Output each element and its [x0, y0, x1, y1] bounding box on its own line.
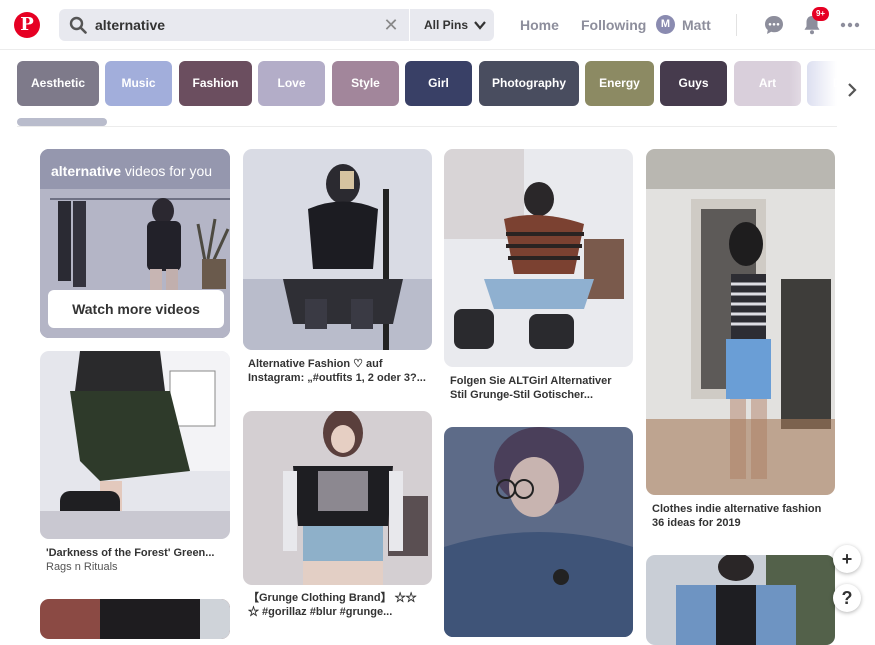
video-card-title: alternative videos for you	[51, 163, 213, 179]
divider	[736, 14, 737, 36]
pin-image[interactable]	[444, 149, 633, 367]
chip-energy[interactable]: Energy	[585, 61, 654, 106]
pin-caption[interactable]: 'Darkness of the Forest' Green...	[46, 546, 214, 560]
pin-caption[interactable]: Folgen Sie ALTGirl Alternativer Stil Gru…	[450, 374, 630, 402]
pin-caption[interactable]: Alternative Fashion ♡ auf Instagram: „#o…	[248, 357, 428, 385]
messages-icon[interactable]	[763, 14, 785, 36]
chevron-right-icon[interactable]	[845, 82, 859, 98]
pin-image[interactable]	[40, 599, 230, 639]
clear-search-icon[interactable]: ✕	[381, 15, 401, 35]
nav-following-link[interactable]: Following	[581, 17, 646, 33]
notification-badge: 9+	[812, 7, 829, 21]
pin-image-denim-jacket	[444, 427, 633, 637]
watch-more-videos-button[interactable]: Watch more videos	[48, 290, 224, 328]
search-bar[interactable]: ✕ All Pins	[59, 9, 494, 41]
chip-row-fade	[790, 51, 875, 117]
pin-image-skirt	[40, 351, 230, 539]
avatar[interactable]: M	[656, 15, 675, 34]
video-card[interactable]: alternative videos for you Watch more vi…	[40, 149, 230, 338]
add-button[interactable]: +	[833, 545, 861, 573]
chip-music[interactable]: Music	[105, 61, 172, 106]
scrollbar-thumb[interactable]	[17, 118, 107, 126]
chip-love[interactable]: Love	[258, 61, 325, 106]
chip-style[interactable]: Style	[332, 61, 399, 106]
help-button[interactable]: ?	[833, 584, 861, 612]
chip-scrollbar[interactable]	[17, 118, 837, 127]
chip-guys[interactable]: Guys	[660, 61, 727, 106]
chevron-down-icon	[474, 21, 486, 30]
pin-image-striped-sweater	[444, 149, 633, 367]
nav-home-link[interactable]: Home	[520, 17, 559, 33]
pin-image[interactable]	[646, 555, 835, 645]
search-scope-dropdown[interactable]: All Pins	[409, 9, 494, 41]
search-scope-label: All Pins	[424, 18, 469, 32]
pin-source[interactable]: Rags n Rituals	[46, 561, 118, 573]
top-nav-bar: P ✕ All Pins Home Following M Matt 9+	[0, 0, 875, 50]
pinterest-logo[interactable]: P	[14, 12, 40, 38]
chip-photography[interactable]: Photography	[479, 61, 579, 106]
pin-caption[interactable]: 【Grunge Clothing Brand】 ☆☆ ☆ #gorillaz #…	[248, 591, 430, 619]
pin-image-partial	[40, 599, 230, 639]
pin-image-partial-jacket	[646, 555, 835, 645]
pin-image[interactable]	[243, 149, 432, 350]
pin-image[interactable]	[646, 149, 835, 495]
pin-image[interactable]	[40, 351, 230, 539]
pin-image[interactable]	[243, 411, 432, 585]
chip-fashion[interactable]: Fashion	[179, 61, 252, 106]
search-input[interactable]	[95, 15, 395, 35]
pin-image-striped-top	[646, 149, 835, 495]
more-options-icon[interactable]	[839, 14, 861, 36]
pin-image-mirror-selfie	[243, 149, 432, 350]
chip-aesthetic[interactable]: Aesthetic	[17, 61, 99, 106]
pin-caption[interactable]: Clothes indie alternative fashion 36 ide…	[652, 502, 832, 530]
pin-image[interactable]	[444, 427, 633, 637]
search-icon	[69, 16, 87, 34]
pin-image-grunge-shirt	[243, 411, 432, 585]
profile-name-link[interactable]: Matt	[682, 17, 711, 33]
chip-girl[interactable]: Girl	[405, 61, 472, 106]
